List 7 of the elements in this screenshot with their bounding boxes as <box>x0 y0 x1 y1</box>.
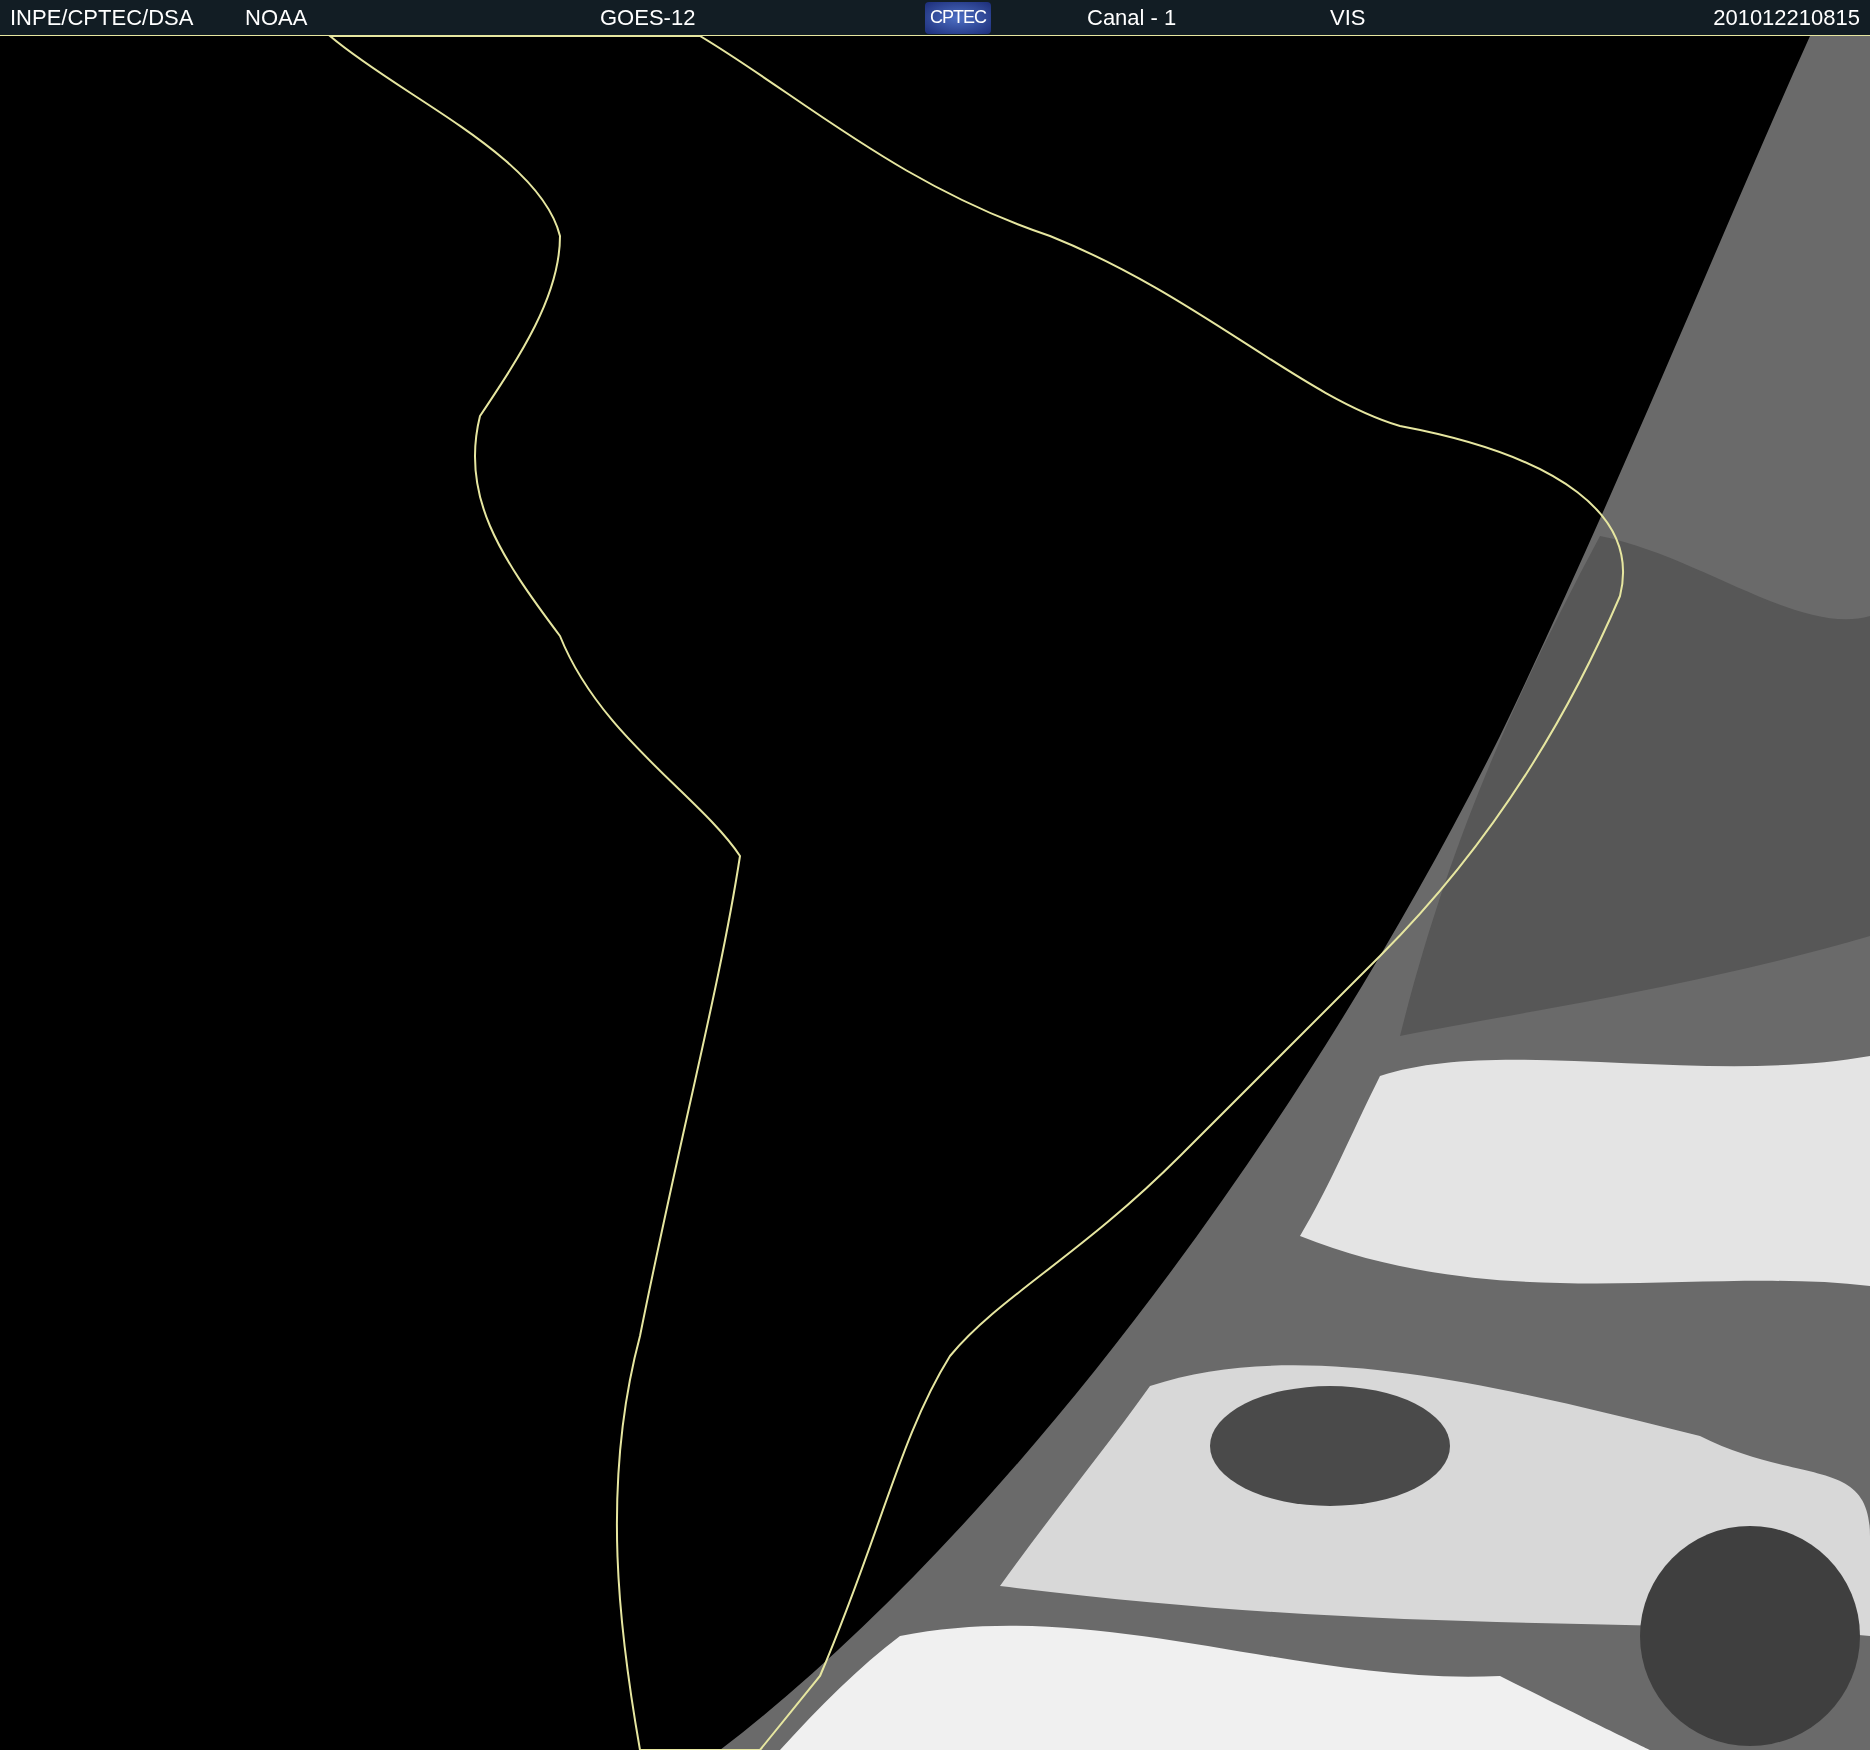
timestamp-label: 201012210815 <box>1713 4 1860 31</box>
source-label: INPE/CPTEC/DSA <box>10 4 195 31</box>
agency-label: NOAA <box>245 4 309 31</box>
band-label: VIS <box>1330 4 1367 31</box>
logo: CPTEC <box>925 1 991 34</box>
channel-label: Canal - 1 <box>1087 4 1178 31</box>
satellite-label: GOES-12 <box>600 4 697 31</box>
